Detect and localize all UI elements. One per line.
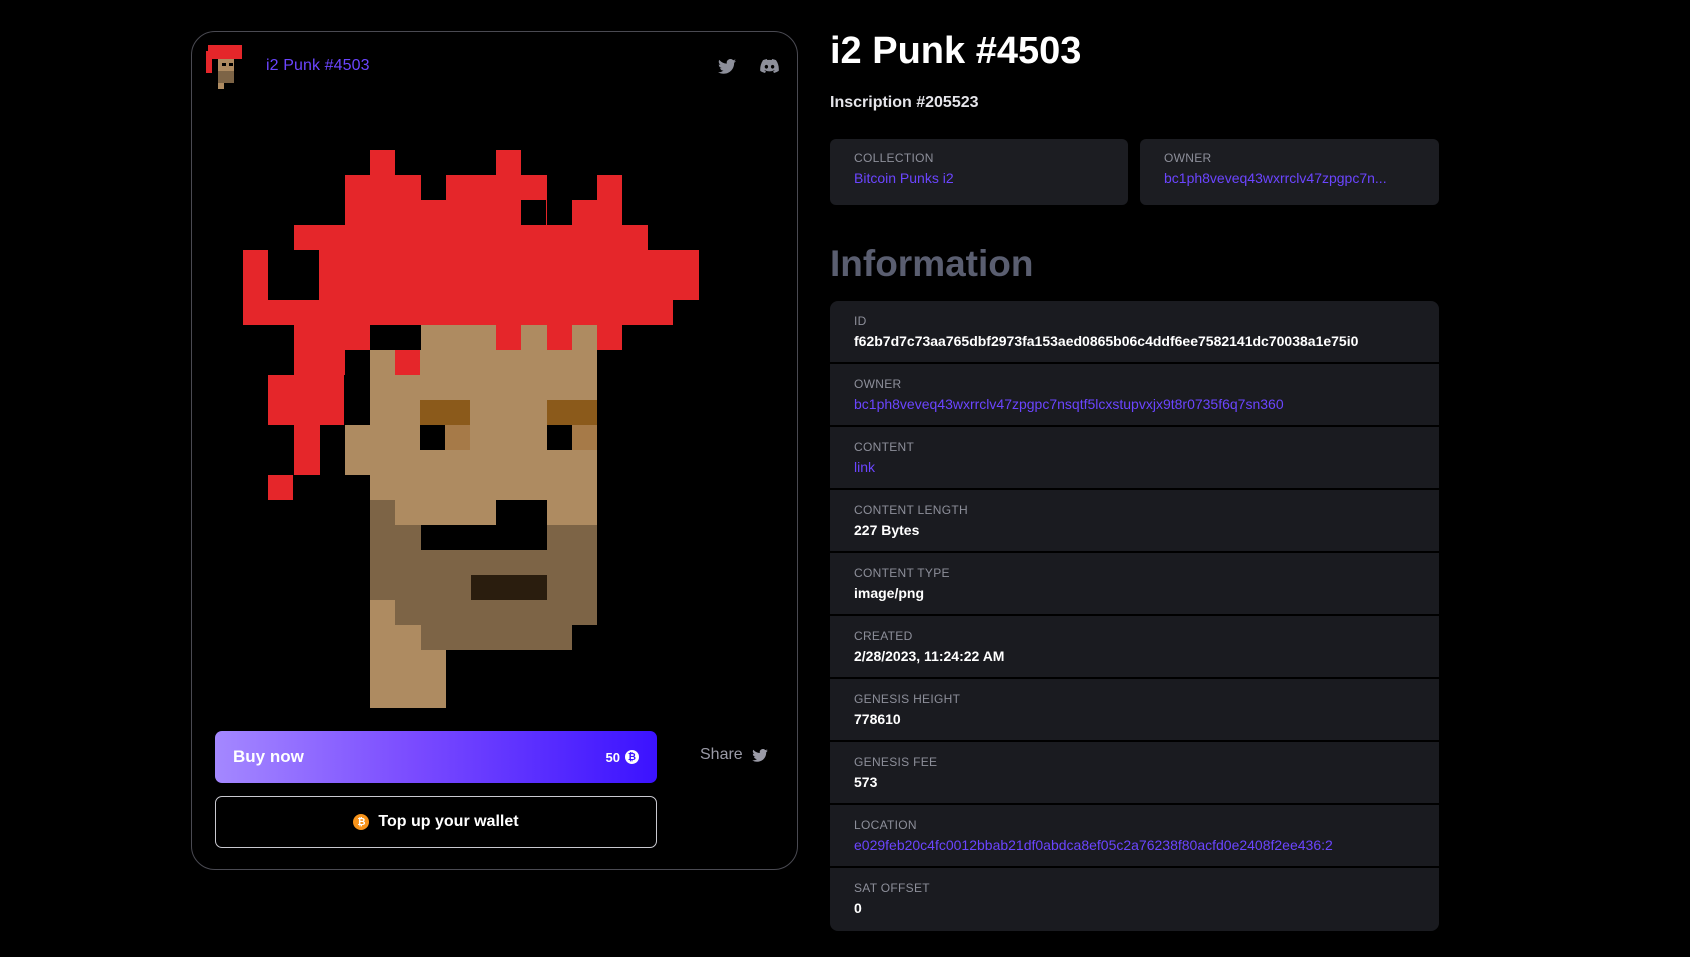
- inscription-number: Inscription #205523: [830, 94, 979, 111]
- owner-box: OWNER bc1ph8veveq43wxrrclv47zpgpc7n...: [1140, 139, 1439, 205]
- info-value: image/png: [854, 585, 925, 601]
- info-label: OWNER: [854, 377, 902, 391]
- info-label: CONTENT: [854, 440, 915, 454]
- info-label: CREATED: [854, 629, 913, 643]
- item-card: i2 Punk #4503 Buy now 50 ₿ Share ₿ Top u…: [191, 31, 798, 870]
- location-link[interactable]: e029feb20c4fc0012bbab21df0abdca8ef05c2a7…: [854, 837, 1415, 853]
- info-label: CONTENT LENGTH: [854, 503, 968, 517]
- top-up-label: Top up your wallet: [378, 813, 519, 830]
- twitter-icon[interactable]: [717, 56, 737, 76]
- twitter-icon: [751, 748, 768, 762]
- social-links: [717, 56, 779, 76]
- share-button[interactable]: Share: [700, 746, 768, 764]
- share-label: Share: [700, 746, 743, 763]
- info-value: f62b7d7c73aa765dbf2973fa153aed0865b06c4d…: [854, 333, 1359, 349]
- info-label: CONTENT TYPE: [854, 566, 950, 580]
- info-label: GENESIS HEIGHT: [854, 692, 961, 706]
- bitcoin-icon: ₿: [353, 814, 370, 830]
- info-label: LOCATION: [854, 818, 917, 832]
- info-value: 0: [854, 900, 862, 916]
- price-value: 50: [605, 749, 620, 765]
- top-up-wallet-button[interactable]: ₿ Top up your wallet: [215, 796, 657, 848]
- card-title[interactable]: i2 Punk #4503: [266, 57, 370, 75]
- info-value: 573: [854, 774, 878, 790]
- information-list: ID f62b7d7c73aa765dbf2973fa153aed0865b06…: [830, 301, 1439, 931]
- collection-avatar[interactable]: [204, 43, 246, 89]
- info-label: ID: [854, 314, 867, 328]
- info-row-created: CREATED 2/28/2023, 11:24:22 AM: [830, 616, 1439, 679]
- info-value: 2/28/2023, 11:24:22 AM: [854, 648, 1005, 664]
- info-value: 227 Bytes: [854, 522, 920, 538]
- buy-now-label: Buy now: [233, 747, 304, 766]
- collection-box: COLLECTION Bitcoin Punks i2: [830, 139, 1128, 205]
- collection-link[interactable]: Bitcoin Punks i2: [854, 170, 1104, 186]
- info-label: GENESIS FEE: [854, 755, 938, 769]
- buy-now-button[interactable]: Buy now 50 ₿: [215, 731, 657, 783]
- content-link[interactable]: link: [854, 459, 1415, 475]
- page-title: i2 Punk #4503: [830, 30, 1082, 72]
- info-value: 778610: [854, 711, 901, 727]
- owner-link[interactable]: bc1ph8veveq43wxrrclv47zpgpc7n...: [1164, 170, 1415, 186]
- info-row-genesis-height: GENESIS HEIGHT 778610: [830, 679, 1439, 742]
- discord-icon[interactable]: [759, 56, 779, 76]
- info-row-sat-offset: SAT OFFSET 0: [830, 868, 1439, 931]
- info-row-location: LOCATION e029feb20c4fc0012bbab21df0abdca…: [830, 805, 1439, 868]
- info-row-content-type: CONTENT TYPE image/png: [830, 553, 1439, 616]
- bitcoin-icon: ₿: [625, 750, 639, 764]
- info-row-id: ID f62b7d7c73aa765dbf2973fa153aed0865b06…: [830, 301, 1439, 364]
- price: 50 ₿: [606, 750, 639, 765]
- info-row-owner: OWNER bc1ph8veveq43wxrrclv47zpgpc7nsqtf5…: [830, 364, 1439, 427]
- owner-address-link[interactable]: bc1ph8veveq43wxrrclv47zpgpc7nsqtf5lcxstu…: [854, 396, 1415, 412]
- info-row-content: CONTENT link: [830, 427, 1439, 490]
- collection-label: COLLECTION: [854, 151, 934, 165]
- info-row-genesis-fee: GENESIS FEE 573: [830, 742, 1439, 805]
- punk-image: [243, 150, 699, 708]
- info-row-content-length: CONTENT LENGTH 227 Bytes: [830, 490, 1439, 553]
- card-header: i2 Punk #4503: [204, 43, 779, 89]
- information-heading: Information: [830, 243, 1034, 284]
- owner-label: OWNER: [1164, 151, 1212, 165]
- info-label: SAT OFFSET: [854, 881, 930, 895]
